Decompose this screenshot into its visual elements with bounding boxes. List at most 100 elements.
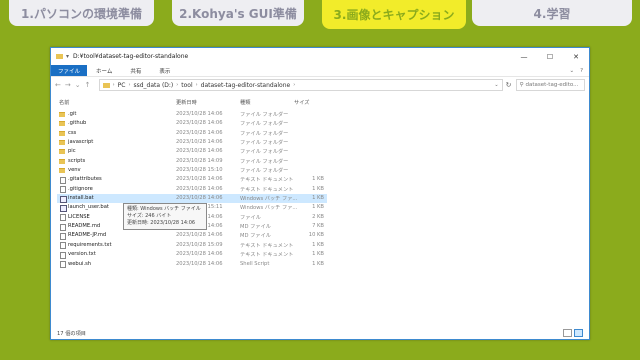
file-type: ファイル フォルダー	[240, 168, 289, 175]
file-size: 7 KB	[312, 223, 324, 230]
folder-icon	[59, 112, 65, 117]
column-header-name[interactable]: 名前	[59, 99, 69, 106]
refresh-icon[interactable]: ↻	[503, 81, 515, 89]
quick-access-toolbar: ▾	[51, 53, 69, 60]
file-name: venv	[68, 167, 81, 174]
close-button[interactable]: ✕	[563, 53, 589, 61]
chevron-right-icon: ›	[195, 82, 198, 88]
file-name: .git	[68, 111, 77, 117]
minimize-button[interactable]: —	[511, 53, 537, 61]
breadcrumb-current[interactable]: dataset-tag-editor-standalone	[201, 82, 291, 89]
breadcrumb-tool[interactable]: tool	[181, 82, 192, 89]
ribbon-expand-icon[interactable]: ⌄	[569, 68, 574, 74]
file-date: 2023/10/28 14:06	[176, 148, 223, 155]
forward-arrow-icon[interactable]: →	[65, 81, 71, 89]
file-row[interactable]: css 2023/10/28 14:06 ファイル フォルダー	[57, 129, 327, 138]
window-title: D:¥tool¥dataset-tag-editor-standalone	[73, 53, 189, 60]
up-arrow-icon[interactable]: ↑	[85, 81, 91, 89]
file-type: MD ファイル	[240, 233, 271, 240]
file-date: 2023/10/28 14:09	[176, 157, 223, 164]
file-type: MD ファイル	[240, 224, 271, 231]
file-date: 2023/10/28 14:06	[176, 260, 223, 267]
file-type: ファイル フォルダー	[240, 130, 289, 137]
file-date: 2023/10/28 14:06	[176, 120, 223, 127]
chevron-right-icon: ›	[293, 82, 296, 88]
file-row[interactable]: pic 2023/10/28 14:06 ファイル フォルダー	[57, 147, 327, 156]
maximize-button[interactable]: ☐	[537, 53, 563, 61]
file-size: 1 KB	[312, 251, 324, 258]
tooltip-date: 更新日時: 2023/10/28 14:06	[127, 220, 196, 226]
pin-icon[interactable]: ▾	[66, 53, 69, 60]
column-header-date[interactable]: 更新日時	[176, 99, 197, 106]
file-name: scripts	[68, 157, 86, 164]
tab-images-captions[interactable]: 3.画像とキャプション	[322, 0, 466, 29]
file-name: .gitattributes	[68, 176, 102, 183]
folder-icon	[59, 130, 65, 136]
folder-icon	[56, 54, 63, 59]
file-type: ファイル フォルダー	[240, 140, 289, 147]
ribbon-share-tab[interactable]: 共有	[121, 65, 150, 76]
file-date: 2023/10/28 15:09	[176, 241, 223, 248]
tooltip-size: サイズ: 246 バイト	[127, 213, 172, 219]
ribbon-view-tab[interactable]: 表示	[150, 65, 179, 76]
back-arrow-icon[interactable]: ←	[55, 81, 61, 89]
tab-pc-setup[interactable]: 1.パソコンの環境準備	[9, 0, 154, 26]
chevron-right-icon: ›	[176, 82, 179, 88]
file-row[interactable]: requirements.txt 2023/10/28 15:09 テキスト ドキュ…	[57, 241, 327, 250]
recent-chevron-icon[interactable]: ⌄	[75, 81, 81, 89]
file-row[interactable]: .gitignore 2023/10/28 14:06 テキスト ドキュメント 1 K…	[57, 185, 327, 194]
file-name: LICENSE	[68, 213, 90, 220]
ribbon-file-tab[interactable]: ファイル	[51, 65, 88, 76]
file-row[interactable]: .git 2023/10/28 14:06 ファイル フォルダー	[57, 110, 327, 119]
file-type: Windows バッチ ファ...	[240, 205, 298, 212]
status-item-count: 17 個の項目	[57, 331, 86, 337]
folder-icon	[102, 82, 110, 88]
file-type: ファイル フォルダー	[240, 121, 289, 128]
tab-training[interactable]: 4.学習	[472, 0, 632, 26]
file-type: テキスト ドキュメント	[240, 186, 294, 193]
column-header-size[interactable]: サイズ	[294, 99, 309, 106]
file-row[interactable]: version.txt 2023/10/28 14:06 テキスト ドキュメント 1 …	[57, 250, 327, 259]
file-icon	[60, 214, 66, 222]
file-row[interactable]: javascript 2023/10/28 14:06 ファイル フォルダー	[57, 138, 327, 147]
file-icon	[60, 251, 66, 259]
file-name: javascript	[68, 139, 94, 146]
file-list: .git 2023/10/28 14:06 ファイル フォルダー .github 202…	[57, 110, 327, 269]
file-type: ファイル フォルダー	[240, 112, 289, 118]
help-icon[interactable]: ?	[580, 68, 583, 74]
file-size: 1 KB	[312, 260, 324, 267]
chevron-right-icon: ›	[128, 82, 131, 88]
ribbon-home-tab[interactable]: ホーム	[87, 65, 121, 76]
address-bar[interactable]: › PC › ssd_data (D:) › tool › dataset-ta…	[98, 79, 503, 91]
file-name: README-JP.md	[68, 232, 107, 239]
folder-icon	[59, 168, 65, 174]
file-name: css	[68, 129, 77, 136]
batch-file-icon	[59, 204, 67, 212]
file-row[interactable]: README-JP.md 2023/10/28 14:06 MD ファイル 10 KB	[57, 231, 327, 240]
column-header-type[interactable]: 種類	[240, 99, 250, 106]
file-row[interactable]: .gitattributes 2023/10/28 14:06 テキスト ドキュメン…	[57, 175, 327, 184]
file-type: テキスト ドキュメント	[240, 177, 294, 184]
file-row[interactable]: .github 2023/10/28 14:06 ファイル フォルダー	[57, 119, 327, 128]
large-icons-view-icon[interactable]	[574, 329, 583, 337]
details-view-icon[interactable]	[563, 329, 572, 337]
file-icon	[60, 232, 66, 240]
file-size: 1 KB	[312, 185, 324, 192]
folder-icon	[59, 149, 65, 155]
breadcrumb-drive[interactable]: ssd_data (D:)	[133, 82, 173, 89]
search-box[interactable]: ⚲ dataset-tag-edito...	[516, 79, 585, 91]
file-icon	[60, 242, 66, 250]
folder-icon	[59, 158, 65, 164]
file-size: 1 KB	[312, 195, 324, 202]
file-name: launch_user.bat	[68, 204, 109, 211]
address-row: ← → ⌄ ↑ › PC › ssd_data (D:) › tool › da…	[51, 77, 589, 93]
address-dropdown-icon[interactable]: ⌄	[494, 82, 501, 88]
file-row[interactable]: webui.sh 2023/10/28 14:06 Shell Script 1 KB	[57, 260, 327, 269]
tab-kohya-gui[interactable]: 2.Kohya's GUI準備	[172, 0, 304, 26]
file-row[interactable]: venv 2023/10/28 15:10 ファイル フォルダー	[57, 166, 327, 175]
breadcrumb-pc[interactable]: PC	[118, 82, 126, 89]
batch-file-icon	[59, 195, 67, 203]
explorer-window: ▾ D:¥tool¥dataset-tag-editor-standalone …	[50, 47, 590, 340]
file-row[interactable]: scripts 2023/10/28 14:09 ファイル フォルダー	[57, 157, 327, 166]
file-date: 2023/10/28 14:06	[176, 232, 223, 239]
